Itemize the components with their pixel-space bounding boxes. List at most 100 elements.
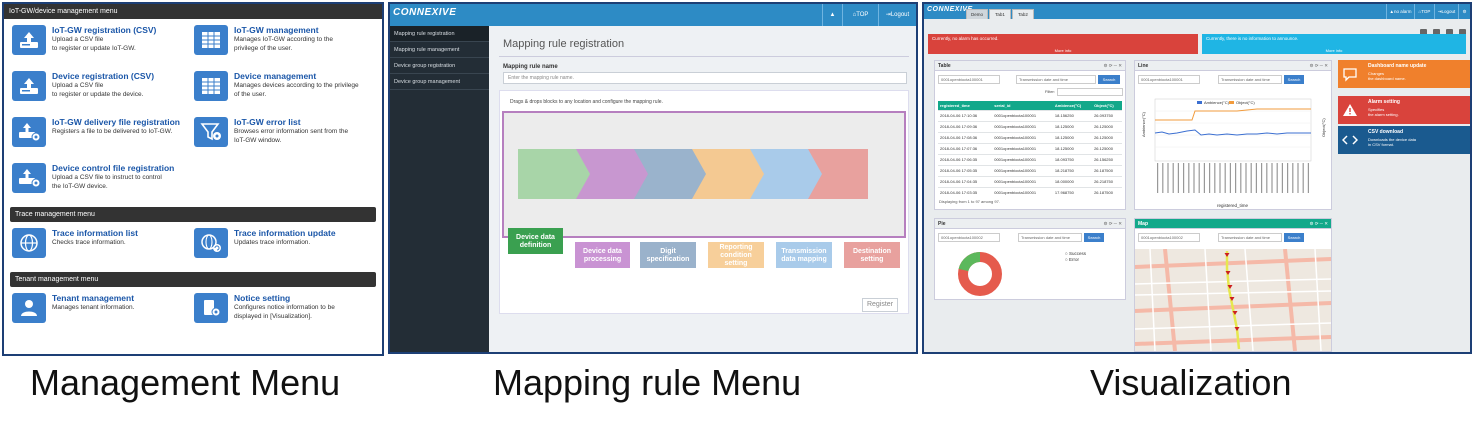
no-alarm-link[interactable]: ▲no alarm — [1386, 4, 1414, 19]
table-cell: 26.093750 — [1092, 109, 1122, 121]
mapping-block[interactable]: Device data processing — [575, 242, 630, 268]
widget-tools-icon[interactable]: ⚙ ⟳ ─ ✕ — [1309, 61, 1328, 71]
mapping-block[interactable]: Transmission data mapping — [776, 242, 832, 268]
menu-item-title[interactable]: IoT-GW management — [234, 25, 333, 36]
column-header[interactable]: serial_id — [992, 101, 1053, 110]
menu-item-text: Device management Manages devices accordi… — [234, 71, 359, 111]
table-cell: 2018-04-06 17:05:35 — [938, 164, 993, 176]
table-cell: 18.218750 — [1052, 164, 1093, 176]
dashboard-action-button[interactable]: Alarm setting Specifies the alarm settin… — [1338, 96, 1470, 124]
table-cell: 26.125000 — [1092, 142, 1122, 154]
logout-link[interactable]: ⇥Logout — [1434, 4, 1458, 19]
line-widget: Line ⚙ ⟳ ─ ✕ 0001openbiocta100001 Transmi… — [1134, 60, 1332, 210]
x-tick-label-mark — [1224, 163, 1226, 193]
register-button[interactable]: Register — [862, 298, 898, 312]
search-button[interactable]: Search — [1084, 233, 1104, 242]
menu-item[interactable]: Tenant management Manages tenant informat… — [12, 293, 194, 333]
rule-name-input[interactable]: Enter the mapping rule name. — [503, 72, 907, 84]
top-navbar: CONNEXIVE ▲ ⌂TOP ⇥Logout — [390, 4, 916, 26]
table-cell: 0001openbiocta100001 — [992, 164, 1053, 176]
x-tick-label-mark — [1240, 163, 1242, 193]
table-cell: 2018-04-06 17:08:36 — [938, 131, 993, 143]
menu-item[interactable]: IoT-GW management Manages IoT-GW accordin… — [194, 25, 374, 65]
menu-item-title[interactable]: IoT-GW error list — [234, 117, 348, 128]
menu-item-description: displayed in [Visualization]. — [234, 312, 312, 320]
date-field[interactable]: Transmission date and time — [1016, 75, 1096, 84]
top-link[interactable]: ⌂TOP — [1414, 4, 1434, 19]
filter-input[interactable] — [1057, 88, 1123, 96]
alarm-more-info-link[interactable]: More info — [928, 48, 1198, 53]
widget-tools-icon[interactable]: ⚙ ⟳ ─ ✕ — [1103, 61, 1122, 71]
tab-tab2[interactable]: Tab2 — [1012, 9, 1034, 19]
menu-item[interactable]: Device control file registration Upload a… — [12, 163, 194, 203]
x-tick-label-mark — [1297, 163, 1299, 193]
tab-demo[interactable]: Demo — [966, 9, 988, 19]
date-field[interactable]: Transmission date and time — [1218, 233, 1282, 242]
column-header[interactable]: registered_time — [938, 101, 993, 110]
page-title: Mapping rule registration — [503, 38, 625, 50]
sidebar-item-mapping-rule-management[interactable]: Mapping rule management — [390, 42, 489, 58]
device-id-field[interactable]: 0001openbiocta100002 — [1138, 233, 1200, 242]
sidebar-item-device-group-registration[interactable]: Device group registration — [390, 58, 489, 74]
menu-item-title[interactable]: Device management — [234, 71, 359, 82]
street-map[interactable] — [1135, 249, 1331, 351]
menu-item[interactable]: IoT-GW registration (CSV) Upload a CSV fi… — [12, 25, 194, 65]
device-id-field[interactable]: 0001openbiocta100001 — [938, 75, 1000, 84]
y-left-axis-label: Ambience(°C) — [1141, 111, 1146, 137]
drop-zone[interactable] — [502, 111, 906, 238]
widget-tools-icon[interactable]: ⚙ ⟳ ─ ✕ — [1103, 219, 1122, 229]
logout-link[interactable]: ⇥Logout — [878, 4, 916, 26]
mapping-block[interactable]: Reporting condition setting — [708, 242, 764, 268]
column-header[interactable]: Object(°C) — [1092, 101, 1122, 110]
mapping-block[interactable]: Device data definition — [508, 228, 563, 254]
menu-item-title[interactable]: Notice setting — [234, 293, 335, 304]
menu-item[interactable]: Device management Manages devices accordi… — [194, 71, 374, 111]
dashboard-action-title: CSV download — [1368, 129, 1403, 135]
menu-item-description: IoT-GW window. — [234, 136, 282, 144]
menu-item-title[interactable]: Device registration (CSV) — [52, 71, 154, 82]
menu-item[interactable]: Notice setting Configures notice informat… — [194, 293, 374, 333]
menu-item-description: to register or update IoT-GW. — [52, 44, 136, 52]
y-right-axis-label: Object(°C) — [1321, 118, 1326, 137]
x-tick-labels — [1157, 163, 1309, 193]
column-header[interactable]: Ambience(°C) — [1052, 101, 1093, 110]
funnel-gear-icon — [194, 117, 228, 147]
settings-icon[interactable]: ⚙ — [1458, 4, 1470, 19]
menu-item-title[interactable]: Trace information list — [52, 228, 138, 239]
menu-item[interactable]: Device registration (CSV) Upload a CSV fi… — [12, 71, 194, 111]
menu-item-title[interactable]: Tenant management — [52, 293, 134, 304]
menu-item[interactable]: Trace information list Checks trace infor… — [12, 228, 194, 268]
date-field[interactable]: Transmission date and time — [1218, 75, 1282, 84]
menu-item-description: Manages tenant information. — [52, 304, 135, 311]
sidebar-item-mapping-rule-registration[interactable]: Mapping rule registration — [390, 26, 489, 42]
menu-item[interactable]: IoT-GW delivery file registration Registe… — [12, 117, 194, 157]
menu-item-title[interactable]: IoT-GW delivery file registration — [52, 117, 180, 128]
section-header-trace: Trace management menu — [10, 207, 376, 222]
sidebar-item-device-group-management[interactable]: Device group management — [390, 74, 489, 90]
chat-icon — [1342, 66, 1358, 82]
device-id-field[interactable]: 0001openbiocta100002 — [938, 233, 1000, 242]
search-button[interactable]: Search — [1284, 233, 1304, 242]
top-link[interactable]: ⌂TOP — [842, 4, 878, 26]
menu-item-title[interactable]: Trace information update — [234, 228, 336, 239]
date-field[interactable]: Transmission date and time — [1018, 233, 1082, 242]
dashboard-action-button[interactable]: CSV download Downloads the device data i… — [1338, 126, 1470, 154]
menu-item[interactable]: Trace information update Updates trace in… — [194, 228, 374, 268]
menu-item-title[interactable]: Device control file registration — [52, 163, 174, 174]
menu-item-title[interactable]: IoT-GW registration (CSV) — [52, 25, 156, 36]
search-button[interactable]: Search — [1098, 75, 1120, 84]
device-id-field[interactable]: 0001openbiocta100001 — [1138, 75, 1200, 84]
mapping-main: Mapping rule registration Mapping rule n… — [489, 26, 916, 352]
menu-item[interactable]: IoT-GW error list Browses error informati… — [194, 117, 374, 157]
alert-icon[interactable]: ▲ — [822, 4, 842, 26]
search-button[interactable]: Search — [1284, 75, 1304, 84]
caption-mapping-rule-menu: Mapping rule Menu — [493, 362, 802, 403]
widget-tools-icon[interactable]: ⚙ ⟳ ─ ✕ — [1309, 219, 1328, 229]
mapping-block[interactable]: Destination setting — [844, 242, 900, 268]
tab-tab1[interactable]: Tab1 — [989, 9, 1011, 19]
dashboard-action-button[interactable]: Dashboard name update Changes the dashbo… — [1338, 60, 1470, 88]
info-more-info-link[interactable]: More info — [1202, 48, 1466, 53]
table-cell: 18.156250 — [1052, 109, 1093, 121]
upload-csv-icon — [12, 71, 46, 101]
mapping-block[interactable]: Digit specification — [640, 242, 696, 268]
